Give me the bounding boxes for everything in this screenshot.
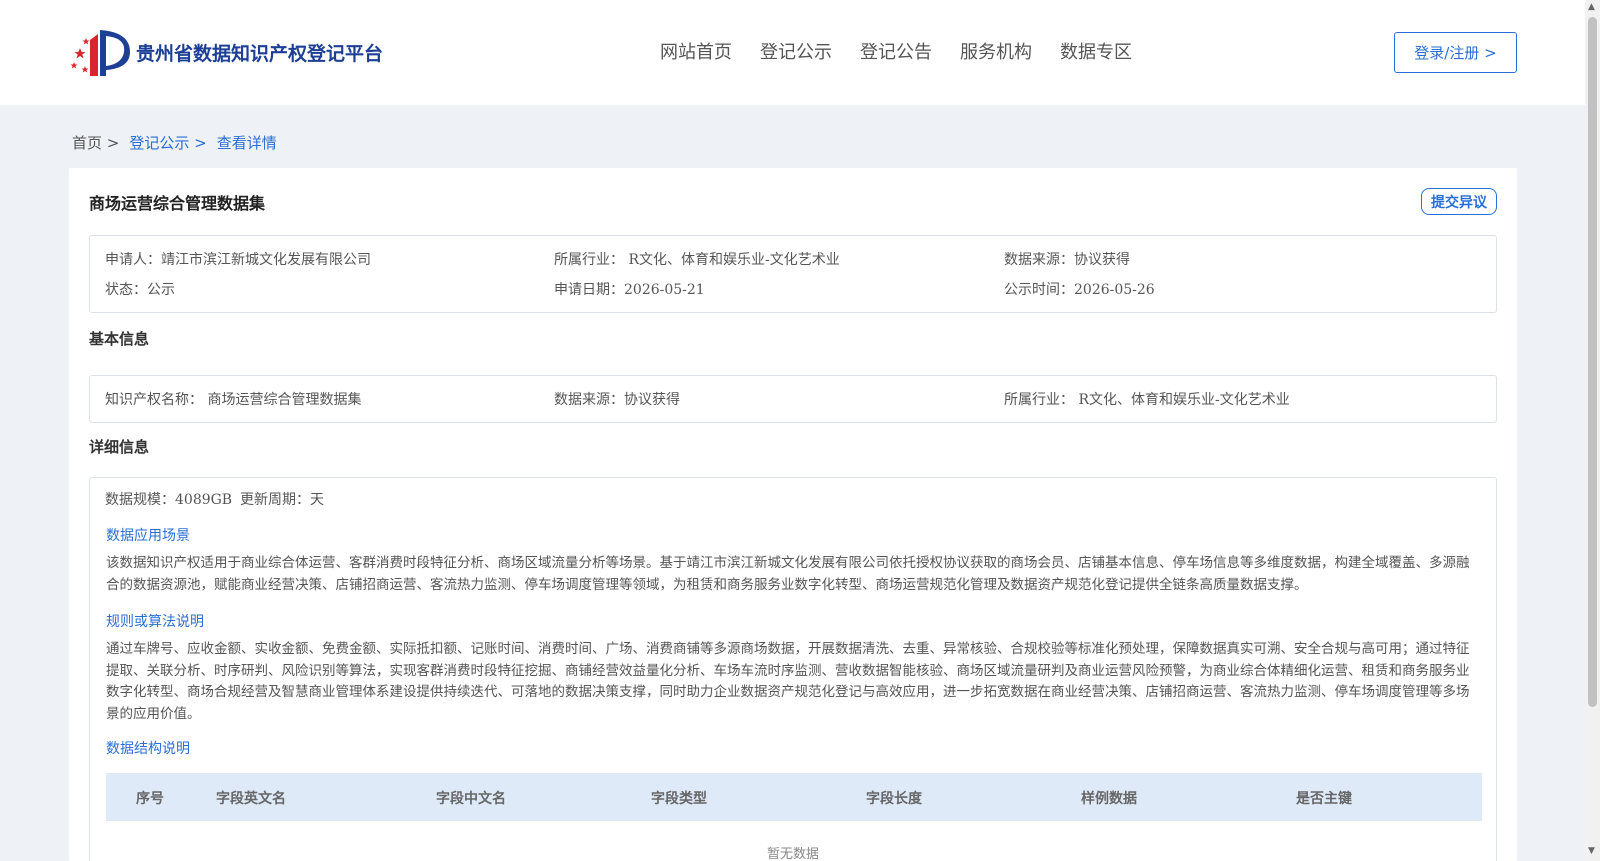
basic-industry-field: 所属行业： R文化、体育和娱乐业-文化艺术业 — [1004, 392, 1290, 408]
column-header-sample: 样例数据 — [1081, 791, 1137, 807]
breadcrumb-current: 查看详情 — [216, 134, 277, 152]
column-header-index: 序号 — [136, 791, 164, 807]
status-field: 状态：公示 — [105, 282, 175, 298]
scenario-text: 该数据知识产权适用于商业综合体运营、客群消费时段特征分析、商场区域流量分析等场景… — [106, 555, 1470, 593]
main-nav: 网站首页 登记公示 登记公告 服务机构 数据专区 — [660, 38, 1160, 64]
detail-info-box: 数据规模：4089GB 更新周期：天 数据应用场景 该数据知识产权适用于商业综合… — [89, 477, 1497, 861]
column-header-type: 字段类型 — [651, 791, 707, 807]
logo-text: 贵州省数据知识产权登记平台 — [136, 42, 384, 65]
summary-box: 申请人：靖江市滨江新城文化发展有限公司 所属行业： R文化、体育和娱乐业-文化艺… — [89, 235, 1497, 313]
nav-registry-announcement[interactable]: 登记公告 — [860, 38, 932, 64]
page-title: 商场运营综合管理数据集 — [89, 194, 266, 213]
submit-objection-button[interactable]: 提交异议 — [1421, 188, 1497, 215]
scenario-heading: 数据应用场景 — [106, 528, 190, 544]
empty-table-message: 暂无数据 — [766, 847, 819, 861]
data-scale-field: 数据规模：4089GB — [105, 492, 233, 508]
rules-heading: 规则或算法说明 — [106, 614, 204, 630]
scrollbar-thumb[interactable] — [1588, 17, 1597, 707]
nav-data-zone[interactable]: 数据专区 — [1060, 38, 1132, 64]
source-field: 数据来源：协议获得 — [1004, 252, 1130, 268]
nav-registry-public[interactable]: 登记公示 — [760, 38, 832, 64]
scroll-up-arrow-icon[interactable]: ▲ — [1588, 2, 1595, 12]
industry-field: 所属行业： R文化、体育和娱乐业-文化艺术业 — [554, 252, 840, 268]
page-scrollbar[interactable]: ▲ ▼ — [1585, 0, 1600, 861]
login-register-button[interactable]: 登录/注册 > — [1394, 32, 1517, 73]
site-logo[interactable]: 贵州省数据知识产权登记平台 — [70, 26, 383, 78]
detail-info-heading: 详细信息 — [89, 438, 150, 456]
breadcrumb-home[interactable]: 首页 > — [72, 132, 119, 153]
structure-heading: 数据结构说明 — [106, 741, 190, 757]
nav-service-agencies[interactable]: 服务机构 — [960, 38, 1032, 64]
structure-table-header: 序号 字段英文名 字段中文名 字段类型 字段长度 样例数据 是否主键 — [106, 773, 1482, 821]
column-header-chinese-name: 字段中文名 — [436, 791, 506, 807]
detail-card: 商场运营综合管理数据集 提交异议 申请人：靖江市滨江新城文化发展有限公司 所属行… — [69, 168, 1517, 861]
column-header-primary-key: 是否主键 — [1296, 791, 1352, 807]
basic-source-field: 数据来源：协议获得 — [554, 392, 680, 408]
publish-date-field: 公示时间：2026-05-26 — [1004, 282, 1155, 298]
site-header: 贵州省数据知识产权登记平台 网站首页 登记公示 登记公告 服务机构 数据专区 登… — [0, 0, 1585, 105]
basic-info-heading: 基本信息 — [89, 330, 150, 348]
nav-home[interactable]: 网站首页 — [660, 38, 732, 64]
apply-date-field: 申请日期：2026-05-21 — [554, 282, 705, 298]
ip-name-field: 知识产权名称： 商场运营综合管理数据集 — [105, 392, 362, 408]
basic-info-box: 知识产权名称： 商场运营综合管理数据集 数据来源：协议获得 所属行业： R文化、… — [89, 375, 1497, 423]
applicant-field: 申请人：靖江市滨江新城文化发展有限公司 — [105, 252, 371, 268]
breadcrumb-registry[interactable]: 登记公示 > — [129, 132, 206, 153]
update-cycle-field: 更新周期：天 — [240, 492, 324, 508]
column-header-english-name: 字段英文名 — [216, 791, 286, 807]
scroll-down-arrow-icon[interactable]: ▼ — [1588, 846, 1595, 856]
logo-emblem-icon — [70, 30, 130, 76]
breadcrumb: 首页 > 登记公示 > 查看详情 — [72, 132, 287, 153]
rules-text: 通过车牌号、应收金额、实收金额、免费金额、实际抵扣额、记账时间、消费时间、广场、… — [106, 641, 1470, 722]
column-header-length: 字段长度 — [866, 791, 922, 807]
